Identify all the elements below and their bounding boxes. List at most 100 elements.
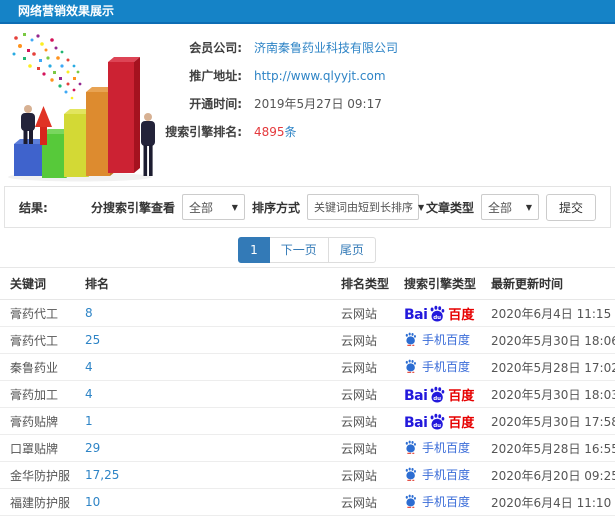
keyword-cell: 膏药加工 xyxy=(0,380,85,408)
promo-url-label: 推广地址: xyxy=(189,69,242,83)
growth-chart-illustration xyxy=(8,33,155,182)
article-type-value: 全部 xyxy=(487,200,512,215)
chevron-down-icon: ▼ xyxy=(417,202,425,212)
baidu-paw-icon: du xyxy=(431,413,445,429)
col-header-rank-type: 排名类型 xyxy=(341,267,404,300)
baidu-logo-cn-text: 百度 xyxy=(448,388,475,404)
engine-cell: Baidu百度 xyxy=(404,380,491,408)
confetti-dots xyxy=(12,33,82,100)
updated-cell: 2020年5月28日 16:55 xyxy=(491,434,615,462)
baidu-logo: Bai du 百度 xyxy=(404,305,474,322)
table-body: 膏药代工 8 云网站 Bai du 百度 2020年6月4日 11:15 膏药代工 25 云网站手… xyxy=(0,299,615,520)
mobile-baidu-text: 手机百度 xyxy=(422,440,471,455)
updated-cell: 2020年5月30日 17:58 xyxy=(491,407,615,435)
table-row: Baidu百度 xyxy=(0,515,615,520)
member-company-label: 会员公司: xyxy=(189,41,242,55)
mobile-baidu-logo: 手机百度 xyxy=(404,331,470,348)
svg-text:du: du xyxy=(434,422,442,428)
pagination: 1 下一页 尾页 xyxy=(0,237,615,263)
bar-red xyxy=(108,57,140,173)
next-page-button[interactable]: 下一页 xyxy=(268,237,329,263)
info-row-promo-url: 推广地址: http://www.qlyyjt.com xyxy=(150,66,615,86)
result-label: 结果: xyxy=(19,200,48,215)
mobile-baidu-logo: 手机百度 xyxy=(404,358,470,375)
keyword-cell: 秦鲁药业 xyxy=(0,353,85,381)
mobile-baidu-paw-icon xyxy=(405,359,416,374)
mobile-baidu-paw-icon xyxy=(405,494,416,509)
rank-cell: 1 xyxy=(85,407,341,435)
rank-link[interactable]: 17,25 xyxy=(85,468,119,482)
promo-url-link[interactable]: http://www.qlyyjt.com xyxy=(254,66,386,86)
rank-link[interactable]: 25 xyxy=(85,333,100,347)
article-type-label: 文章类型 xyxy=(425,200,474,215)
article-type-select[interactable]: 全部 ▼ xyxy=(480,194,539,220)
mobile-baidu-logo: 手机百度 xyxy=(404,466,470,483)
engine-cell: 手机百度 xyxy=(404,461,491,489)
rank-link[interactable]: 4 xyxy=(85,360,93,374)
engine-cell: Baidu百度 xyxy=(404,515,491,520)
mobile-baidu-text: 手机百度 xyxy=(422,332,471,347)
engine-filter-select[interactable]: 全部 ▼ xyxy=(181,194,245,220)
table-row: 膏药加工 4 云网站 Bai du 百度 2020年5月30日 18:03 xyxy=(0,380,615,408)
baidu-logo-bai-text: Bai xyxy=(404,387,428,404)
rank-type-cell: 云网站 xyxy=(341,461,404,489)
table-header-row: 关键词 排名 排名类型 搜索引擎类型 最新更新时间 xyxy=(0,267,615,300)
businessman-left xyxy=(21,105,35,144)
keyword-cell: 膏药代工 xyxy=(0,326,85,354)
keyword-cell: 口罩贴牌 xyxy=(0,434,85,462)
member-company-link[interactable]: 济南秦鲁药业科技有限公司 xyxy=(254,38,398,58)
svg-text:du: du xyxy=(434,314,442,320)
top-section: 会员公司: 济南秦鲁药业科技有限公司 推广地址: http://www.qlyyjt.… xyxy=(0,24,615,182)
engine-rank-count-label: 搜索引擎排名: xyxy=(165,125,242,139)
sort-filter-value: 关键词由短到长排序 xyxy=(313,201,413,214)
page-button-1[interactable]: 1 xyxy=(238,237,270,263)
mobile-baidu-text: 手机百度 xyxy=(422,359,471,374)
last-page-button[interactable]: 尾页 xyxy=(327,237,376,263)
sort-filter-select[interactable]: 关键词由短到长排序 ▼ xyxy=(306,194,424,220)
engine-rank-count-suffix: 条 xyxy=(284,125,297,139)
col-header-rank: 排名 xyxy=(85,267,341,300)
rank-link[interactable]: 10 xyxy=(85,495,100,509)
rank-link[interactable]: 1 xyxy=(85,414,93,428)
submit-button[interactable]: 提交 xyxy=(545,193,596,221)
engine-cell: Baidu百度 xyxy=(404,407,491,435)
rank-type-cell xyxy=(341,515,404,520)
rank-link[interactable]: 4 xyxy=(85,387,93,401)
mobile-baidu-logo: 手机百度 xyxy=(404,439,470,456)
table-row: 金华防护服 17,25 云网站 手机百度 2020年6月20日 09:25 xyxy=(0,461,615,489)
table-row: 膏药代工 25 云网站 手机百度 2020年5月30日 18:06 xyxy=(0,326,615,354)
mobile-baidu-paw-icon xyxy=(405,467,416,482)
rank-link[interactable]: 8 xyxy=(85,306,93,320)
baidu-logo-cn-text: 百度 xyxy=(448,415,475,431)
rank-type-cell: 云网站 xyxy=(341,353,404,381)
chevron-down-icon: ▼ xyxy=(231,202,238,212)
engine-filter-value: 全部 xyxy=(188,200,213,215)
table-row: 福建防护服 10 云网站 手机百度 2020年6月4日 11:10 xyxy=(0,488,615,516)
page-title: 网络营销效果展示 xyxy=(18,4,115,18)
engine-rank-count-value: 4895条 xyxy=(254,122,297,142)
engine-cell: 手机百度 xyxy=(404,326,491,354)
mobile-baidu-paw-icon xyxy=(405,440,416,455)
engine-filter-label: 分搜索引擎查看 xyxy=(90,200,175,215)
rank-link[interactable]: 29 xyxy=(85,441,100,455)
rank-cell: 17,25 xyxy=(85,461,341,489)
rank-type-cell: 云网站 xyxy=(341,434,404,462)
rank-cell: 25 xyxy=(85,326,341,354)
rank-type-cell: 云网站 xyxy=(341,488,404,516)
rank-cell: 4 xyxy=(85,380,341,408)
businessman-right xyxy=(141,113,155,176)
baidu-paw-icon: du xyxy=(431,386,445,402)
keyword-rank-table: 关键词 排名 排名类型 搜索引擎类型 最新更新时间 膏药代工 8 云网站 Bai du 百… xyxy=(0,267,615,520)
updated-cell: 2020年6月4日 11:15 xyxy=(491,299,615,327)
engine-cell: 手机百度 xyxy=(404,353,491,381)
updated-cell: 2020年5月30日 18:03 xyxy=(491,380,615,408)
keyword-cell: 金华防护服 xyxy=(0,461,85,489)
rank-cell xyxy=(85,515,341,520)
rank-cell: 10 xyxy=(85,488,341,516)
filter-panel: 结果: 分搜索引擎查看 全部 ▼ 排序方式 关键词由短到长排序 ▼ 文章类型 全… xyxy=(4,186,611,228)
mobile-baidu-text: 手机百度 xyxy=(422,494,471,509)
col-header-updated: 最新更新时间 xyxy=(491,267,615,300)
rank-type-cell: 云网站 xyxy=(341,326,404,354)
baidu-logo: Bai du 百度 xyxy=(404,386,474,403)
info-row-open-time: 开通时间: 2019年5月27日 09:17 xyxy=(150,94,615,114)
